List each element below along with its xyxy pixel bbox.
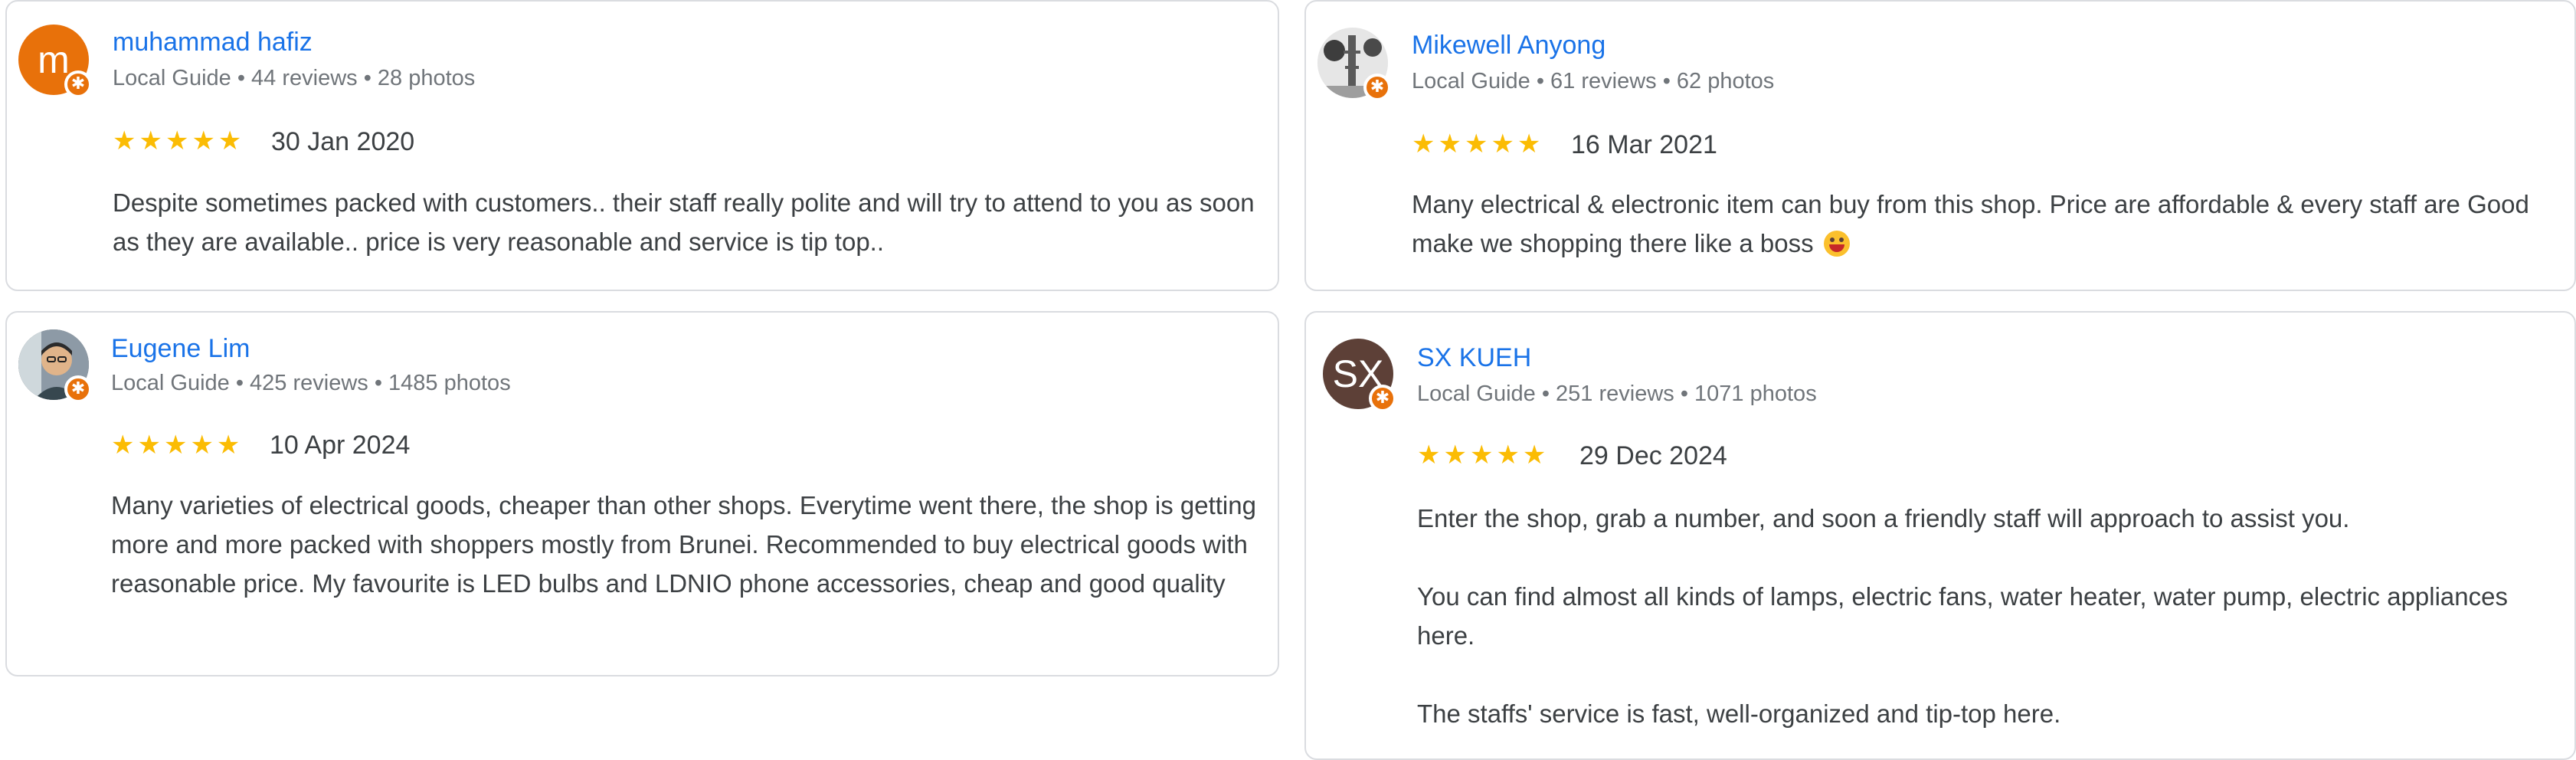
review-text: Despite sometimes packed with customers.… [113,183,1262,261]
author-meta: Local Guide • 251 reviews • 1071 photos [1417,382,1817,406]
author-name[interactable]: Eugene Lim [111,334,250,364]
review-date: 10 Apr 2024 [270,431,411,460]
review-text: Many varieties of electrical goods, chea… [111,486,1260,603]
review-card: ✱ Mikewell Anyong Local Guide • 61 revie… [1304,0,2576,291]
review-text: Enter the shop, grab a number, and soon … [1417,499,2551,733]
review-date: 30 Jan 2020 [271,127,415,156]
avatar[interactable]: ✱ [18,329,92,403]
star-rating: ★★★★★ [1412,129,1544,159]
star-rating: ★★★★★ [111,430,244,460]
avatar[interactable]: SX ✱ [1323,339,1396,412]
review-paragraph: Many varieties of electrical goods, chea… [111,491,1256,598]
avatar[interactable]: m ✱ [18,25,92,98]
review-paragraph: You can find almost all kinds of lamps, … [1417,582,2508,650]
avatar[interactable]: ✱ [1317,28,1391,101]
review-paragraph: Many electrical & electronic item can bu… [1412,190,2529,257]
local-guide-badge-icon: ✱ [64,70,92,98]
review-date: 16 Mar 2021 [1571,130,1717,159]
review-paragraph: Despite sometimes packed with customers.… [113,188,1255,256]
author-meta: Local Guide • 44 reviews • 28 photos [113,66,476,90]
review-card: m ✱ muhammad hafiz Local Guide • 44 revi… [5,0,1279,291]
star-rating: ★★★★★ [113,126,245,156]
review-date: 29 Dec 2024 [1579,441,1727,470]
review-card: ✱ Eugene Lim Local Guide • 425 reviews •… [5,311,1279,676]
author-name[interactable]: muhammad hafiz [113,28,313,57]
review-card: SX ✱ SX KUEH Local Guide • 251 reviews •… [1304,311,2576,760]
grinning-face-emoji-icon [1823,231,1850,257]
author-name[interactable]: SX KUEH [1417,343,1531,373]
author-name[interactable]: Mikewell Anyong [1412,31,1605,61]
star-rating: ★★★★★ [1417,440,1550,470]
local-guide-badge-icon: ✱ [1369,385,1396,412]
local-guide-badge-icon: ✱ [64,375,92,403]
author-meta: Local Guide • 61 reviews • 62 photos [1412,69,1775,93]
author-meta: Local Guide • 425 reviews • 1485 photos [111,371,511,395]
review-paragraph: The staffs' service is fast, well-organi… [1417,699,2061,728]
local-guide-badge-icon: ✱ [1363,74,1391,101]
review-text: Many electrical & electronic item can bu… [1412,185,2561,263]
review-paragraph: Enter the shop, grab a number, and soon … [1417,504,2350,532]
